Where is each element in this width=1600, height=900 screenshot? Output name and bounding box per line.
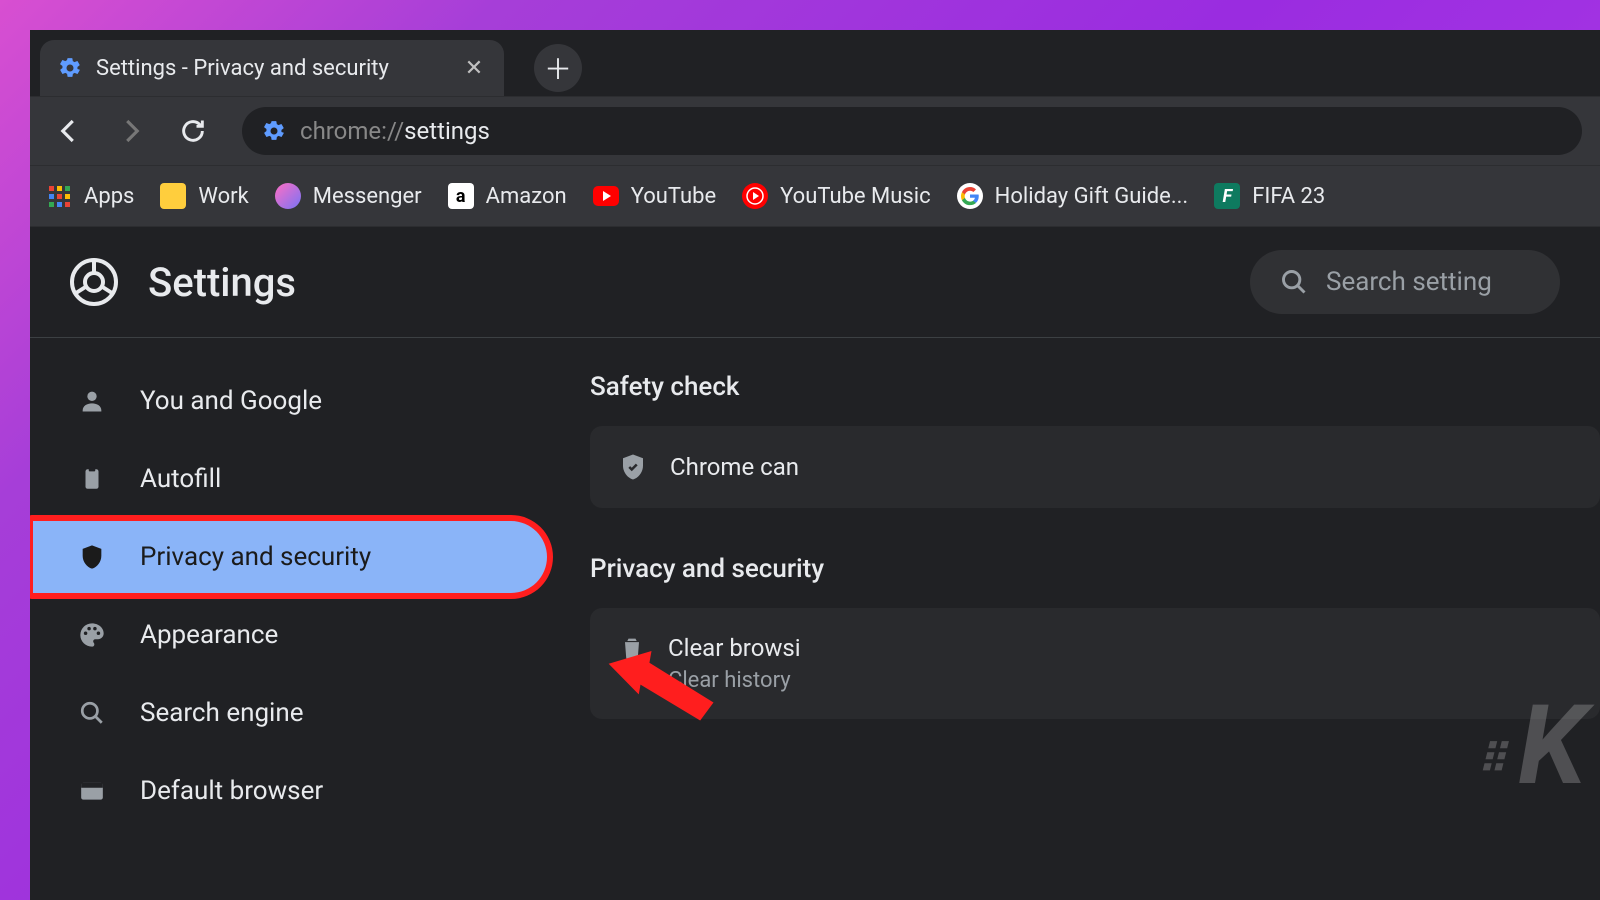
search-icon	[1280, 268, 1308, 296]
bookmark-holiday[interactable]: Holiday Gift Guide...	[957, 183, 1189, 209]
folder-icon	[160, 183, 186, 209]
bookmark-messenger[interactable]: Messenger	[275, 183, 422, 209]
chrome-logo-icon	[70, 258, 118, 306]
settings-sidebar: You and Google Autofill Privacy and secu…	[30, 338, 590, 900]
palette-icon	[78, 621, 106, 649]
bookmarks-bar: Apps Work Messenger a Amazon YouTube You…	[30, 165, 1600, 227]
sidebar-item-label: Privacy and security	[140, 542, 371, 572]
tab-title: Settings - Privacy and security	[96, 56, 446, 81]
shield-icon	[78, 543, 106, 571]
bookmark-ytmusic[interactable]: YouTube Music	[742, 183, 930, 209]
privacy-security-title: Privacy and security	[590, 554, 1600, 584]
browser-icon	[78, 777, 106, 805]
bookmark-label: YouTube	[631, 184, 716, 209]
amazon-icon: a	[448, 183, 474, 209]
sidebar-item-label: Search engine	[140, 698, 304, 728]
bookmark-label: Apps	[84, 184, 134, 209]
toolbar: chrome://settings	[30, 96, 1600, 165]
youtube-music-icon	[742, 183, 768, 209]
person-icon	[78, 387, 106, 415]
sidebar-item-appearance[interactable]: Appearance	[30, 596, 550, 674]
sidebar-item-privacy-security[interactable]: Privacy and security	[30, 518, 550, 596]
page-title: Settings	[148, 259, 1220, 306]
settings-page: Settings Search setting You and Google	[30, 227, 1600, 900]
sidebar-item-you-and-google[interactable]: You and Google	[30, 362, 550, 440]
address-bar[interactable]: chrome://settings	[242, 107, 1582, 155]
gear-icon	[58, 56, 82, 80]
shield-check-icon	[618, 452, 648, 482]
new-tab-button[interactable]: ＋	[534, 44, 582, 92]
search-settings[interactable]: Search setting	[1250, 250, 1560, 314]
clipboard-icon	[78, 465, 106, 493]
sidebar-item-label: You and Google	[140, 386, 322, 416]
site-gear-icon	[262, 119, 286, 143]
close-icon[interactable]: ✕	[460, 54, 488, 82]
bookmark-label: Work	[198, 184, 248, 209]
sidebar-item-default-browser[interactable]: Default browser	[30, 752, 550, 830]
clear-browsing-title: Clear browsi	[668, 634, 801, 662]
bookmark-label: YouTube Music	[780, 184, 930, 209]
bookmark-fifa[interactable]: F FIFA 23	[1214, 183, 1325, 209]
fifa-icon: F	[1214, 183, 1240, 209]
clear-browsing-sub: Clear history	[668, 668, 801, 693]
clear-browsing-card[interactable]: Clear browsi Clear history	[590, 608, 1600, 719]
sidebar-item-autofill[interactable]: Autofill	[30, 440, 550, 518]
bookmark-label: Holiday Gift Guide...	[995, 184, 1189, 209]
bookmark-youtube[interactable]: YouTube	[593, 183, 716, 209]
main-panel: Safety check Chrome can Privacy and secu…	[590, 338, 1600, 900]
sidebar-item-label: Autofill	[140, 464, 221, 494]
search-placeholder: Search setting	[1326, 267, 1492, 297]
forward-button[interactable]	[110, 110, 152, 152]
url-text: chrome://settings	[300, 117, 490, 145]
trash-icon	[618, 634, 646, 662]
bookmark-label: Amazon	[486, 184, 567, 209]
search-icon	[78, 699, 106, 727]
safety-check-text: Chrome can	[670, 453, 799, 481]
settings-header: Settings Search setting	[30, 227, 1600, 338]
bookmark-apps[interactable]: Apps	[46, 183, 134, 209]
reload-button[interactable]	[172, 110, 214, 152]
messenger-icon	[275, 183, 301, 209]
safety-check-card[interactable]: Chrome can	[590, 426, 1600, 508]
sidebar-item-search-engine[interactable]: Search engine	[30, 674, 550, 752]
tab-strip: Settings - Privacy and security ✕ ＋	[30, 30, 1600, 96]
sidebar-item-label: Appearance	[140, 620, 278, 650]
bookmark-label: Messenger	[313, 184, 422, 209]
bookmark-amazon[interactable]: a Amazon	[448, 183, 567, 209]
apps-icon	[46, 183, 72, 209]
bookmark-label: FIFA 23	[1252, 184, 1325, 209]
active-tab[interactable]: Settings - Privacy and security ✕	[40, 40, 504, 96]
sidebar-item-label: Default browser	[140, 776, 323, 806]
youtube-icon	[593, 183, 619, 209]
bookmark-work[interactable]: Work	[160, 183, 248, 209]
safety-check-title: Safety check	[590, 372, 1600, 402]
back-button[interactable]	[48, 110, 90, 152]
google-icon	[957, 183, 983, 209]
